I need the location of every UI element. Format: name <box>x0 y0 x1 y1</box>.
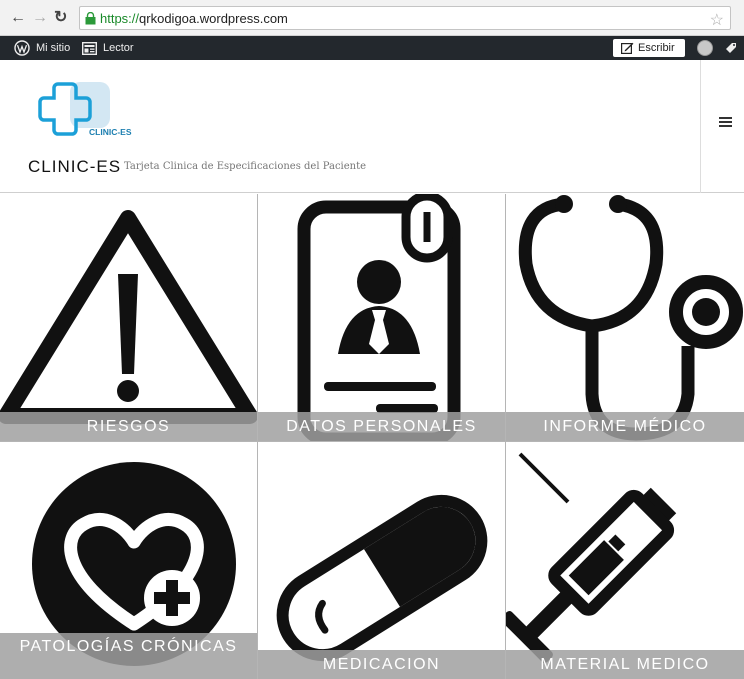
tile-label: INFORME MÉDICO <box>506 412 744 441</box>
tile-label: RIESGOS <box>0 412 257 441</box>
clinic-logo[interactable]: CLINIC-ES <box>38 78 148 150</box>
hamburger-menu-icon[interactable] <box>719 116 733 128</box>
url-scheme: https:// <box>100 11 140 26</box>
stethoscope-icon <box>518 195 743 441</box>
pill-icon <box>276 494 488 662</box>
reader-icon <box>82 41 97 55</box>
logo-text: CLINIC-ES <box>89 127 132 137</box>
tile-riesgos[interactable]: RIESGOS <box>0 194 257 441</box>
syringe-icon <box>506 452 677 663</box>
my-site-link[interactable]: Mi sitio <box>14 36 70 60</box>
tile-label: MEDICACION <box>258 650 505 679</box>
url-text: https://qrkodigoa.wordpress.com <box>100 11 288 26</box>
grid-divider <box>257 194 258 679</box>
back-arrow-icon[interactable]: ← <box>10 10 26 26</box>
site-title[interactable]: CLINIC-ES <box>28 157 121 177</box>
forward-arrow-icon[interactable]: → <box>32 10 48 26</box>
wordpress-logo-icon <box>14 40 30 56</box>
tile-informe-medico[interactable]: INFORME MÉDICO <box>506 194 744 441</box>
reader-link[interactable]: Lector <box>82 36 134 60</box>
my-site-label: Mi sitio <box>36 42 71 54</box>
tile-label: MATERIAL MEDICO <box>506 650 744 679</box>
url-host: qrkodigoa.wordpress.com <box>139 11 288 26</box>
grid-divider <box>0 441 744 442</box>
notification-icon[interactable] <box>724 41 738 55</box>
tile-medicacion[interactable]: MEDICACION <box>258 442 505 679</box>
id-card-icon <box>297 194 461 441</box>
grid-divider <box>505 194 506 679</box>
avatar[interactable] <box>697 40 713 56</box>
address-bar[interactable]: https://qrkodigoa.wordpress.com ☆ <box>79 6 731 30</box>
write-label: Escribir <box>638 42 675 54</box>
header-divider <box>700 60 701 193</box>
bookmark-star-icon[interactable]: ☆ <box>710 10 724 30</box>
tile-label: DATOS PERSONALES <box>258 412 505 441</box>
tile-patologias-cronicas[interactable]: PATOLOGÍAS CRÓNICAS <box>0 442 257 679</box>
site-header: CLINIC-ES CLINIC-ES Tarjeta Clinica de E… <box>0 60 744 193</box>
site-description: Tarjeta Clinica de Especificaciones del … <box>124 161 367 172</box>
browser-toolbar: ← → ↻ https://qrkodigoa.wordpress.com ☆ <box>0 0 744 36</box>
wp-admin-bar: Mi sitio Lector Escribir <box>0 36 744 60</box>
tile-datos-personales[interactable]: DATOS PERSONALES <box>258 194 505 441</box>
warning-icon <box>0 210 257 424</box>
reader-label: Lector <box>103 42 134 54</box>
reload-icon[interactable]: ↻ <box>54 10 67 26</box>
write-button[interactable]: Escribir <box>613 39 685 57</box>
tile-material-medico[interactable]: MATERIAL MEDICO <box>506 442 744 679</box>
tile-label: PATOLOGÍAS CRÓNICAS <box>0 633 257 679</box>
lock-icon <box>85 12 96 25</box>
edit-icon <box>621 42 634 54</box>
